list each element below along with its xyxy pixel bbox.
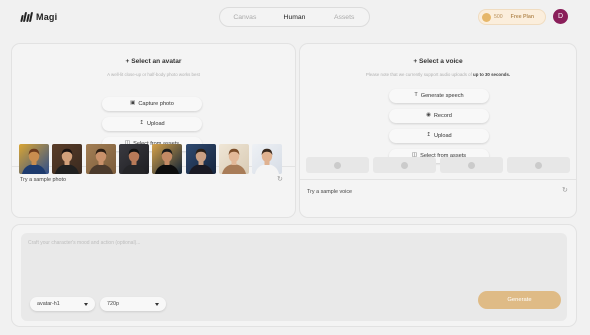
chevron-down-icon xyxy=(155,302,159,306)
sample-voice-tile[interactable] xyxy=(507,157,570,173)
voice-panel-title[interactable]: + Select a voice xyxy=(300,58,576,65)
avatar-panel-subtitle: A well-lit close-up or half-body photo w… xyxy=(107,72,200,77)
mode-tabs: Canvas Human Assets xyxy=(219,7,370,27)
model-select[interactable]: avatar-h1 xyxy=(30,297,95,311)
sample-voice-label: Try a sample voice xyxy=(307,189,353,195)
sample-photo-label: Try a sample photo xyxy=(20,177,66,183)
voice-panel-subtitle: Please note that we currently support au… xyxy=(300,72,576,77)
text-icon: T xyxy=(414,92,418,99)
logo-mark-icon xyxy=(20,11,34,22)
plan-label: Free Plan xyxy=(510,14,535,20)
plan-badge[interactable]: 500 Free Plan xyxy=(478,9,546,25)
capture-photo-label: Capture photo xyxy=(138,101,174,107)
voice-subtitle-strong: up to 30 seconds. xyxy=(473,72,511,77)
upload-voice-button[interactable]: ↥ Upload xyxy=(389,129,489,143)
play-icon xyxy=(468,161,475,169)
generate-button[interactable]: Generate xyxy=(478,291,561,309)
record-icon: ◉ xyxy=(426,112,431,119)
generate-speech-label: Generate speech xyxy=(420,93,464,99)
capture-photo-button[interactable]: ▣ Capture photo xyxy=(102,97,202,111)
sample-photo-thumbnail[interactable] xyxy=(218,144,249,174)
prompt-placeholder: Craft your character's mood and action (… xyxy=(28,240,141,246)
sample-photo-thumbnail[interactable] xyxy=(118,144,149,174)
user-avatar[interactable]: D xyxy=(553,9,568,24)
upload-icon: ↥ xyxy=(139,120,144,127)
model-select-value: avatar-h1 xyxy=(37,301,60,307)
brand-name: Magi xyxy=(36,11,58,22)
tab-assets[interactable]: Assets xyxy=(319,14,369,21)
sample-photo-thumbnail[interactable] xyxy=(19,144,49,174)
sample-voice-tile[interactable] xyxy=(373,157,436,173)
avatar-panel-title[interactable]: + Select an avatar xyxy=(12,58,295,65)
chevron-down-icon xyxy=(84,302,88,306)
sample-photo-thumbnail[interactable] xyxy=(252,144,283,174)
resolution-select-value: 720p xyxy=(107,301,119,307)
voice-divider xyxy=(300,179,576,180)
play-icon xyxy=(535,161,542,169)
upload-photo-label: Upload xyxy=(146,121,165,127)
upload-icon: ↥ xyxy=(426,132,431,139)
sample-voice-tile[interactable] xyxy=(306,157,369,173)
tab-canvas[interactable]: Canvas xyxy=(220,14,270,21)
record-button[interactable]: ◉ Record xyxy=(389,109,489,123)
camera-icon: ▣ xyxy=(130,100,136,107)
sample-photo-thumbnail[interactable] xyxy=(52,144,83,174)
refresh-voices-icon[interactable]: ↻ xyxy=(562,187,568,194)
generate-speech-button[interactable]: T Generate speech xyxy=(389,89,489,103)
credit-count: 500 xyxy=(494,14,503,20)
voice-panel: + Select a voice Please note that we cur… xyxy=(299,43,577,218)
upload-voice-label: Upload xyxy=(433,133,452,139)
app-logo[interactable]: Magi xyxy=(20,11,58,22)
upload-photo-button[interactable]: ↥ Upload xyxy=(102,117,202,131)
record-label: Record xyxy=(433,113,452,119)
play-icon xyxy=(334,161,341,169)
sample-voice-tile[interactable] xyxy=(440,157,503,173)
sample-photo-thumbnail[interactable] xyxy=(85,144,116,174)
refresh-photos-icon[interactable]: ↻ xyxy=(277,176,283,183)
sample-photo-thumbnail[interactable] xyxy=(152,144,183,174)
tab-human[interactable]: Human xyxy=(270,14,320,21)
play-icon xyxy=(401,161,408,169)
resolution-select[interactable]: 720p xyxy=(100,297,166,311)
voice-subtitle-text: Please note that we currently support au… xyxy=(365,72,472,77)
avatar-panel: + Select an avatar A well-lit close-up o… xyxy=(11,43,296,218)
sample-photo-thumbnail[interactable] xyxy=(185,144,216,174)
coin-icon xyxy=(482,12,491,22)
